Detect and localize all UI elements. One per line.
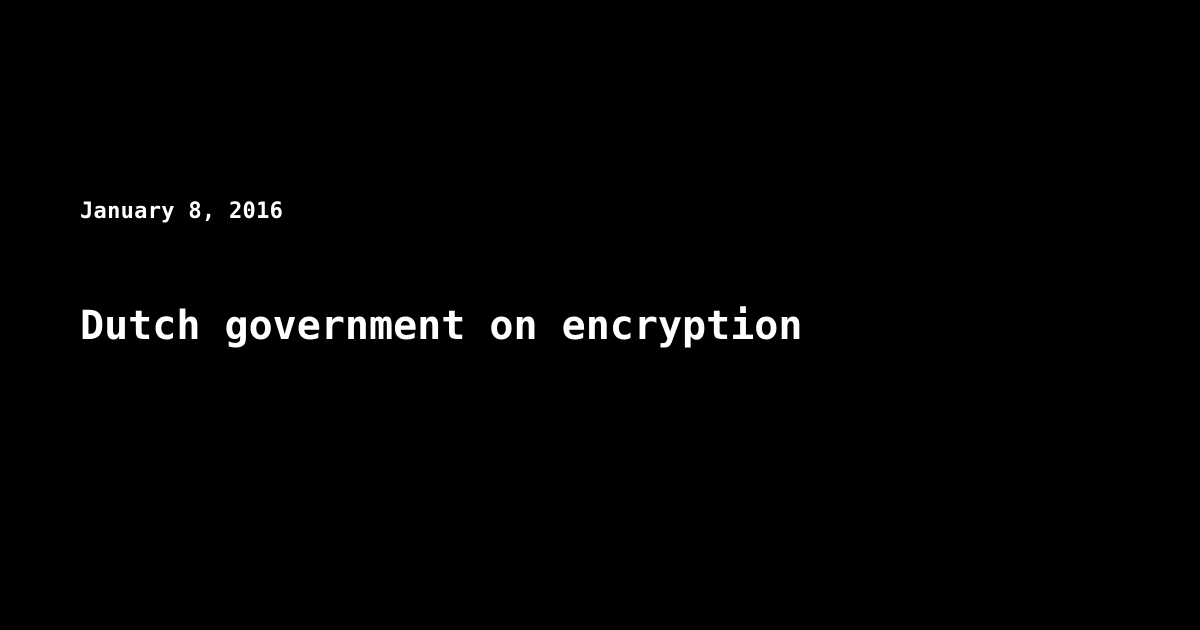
- post-title: Dutch government on encryption: [80, 303, 803, 349]
- social-card: January 8, 2016 Dutch government on encr…: [0, 0, 1200, 630]
- post-date: January 8, 2016: [80, 199, 284, 224]
